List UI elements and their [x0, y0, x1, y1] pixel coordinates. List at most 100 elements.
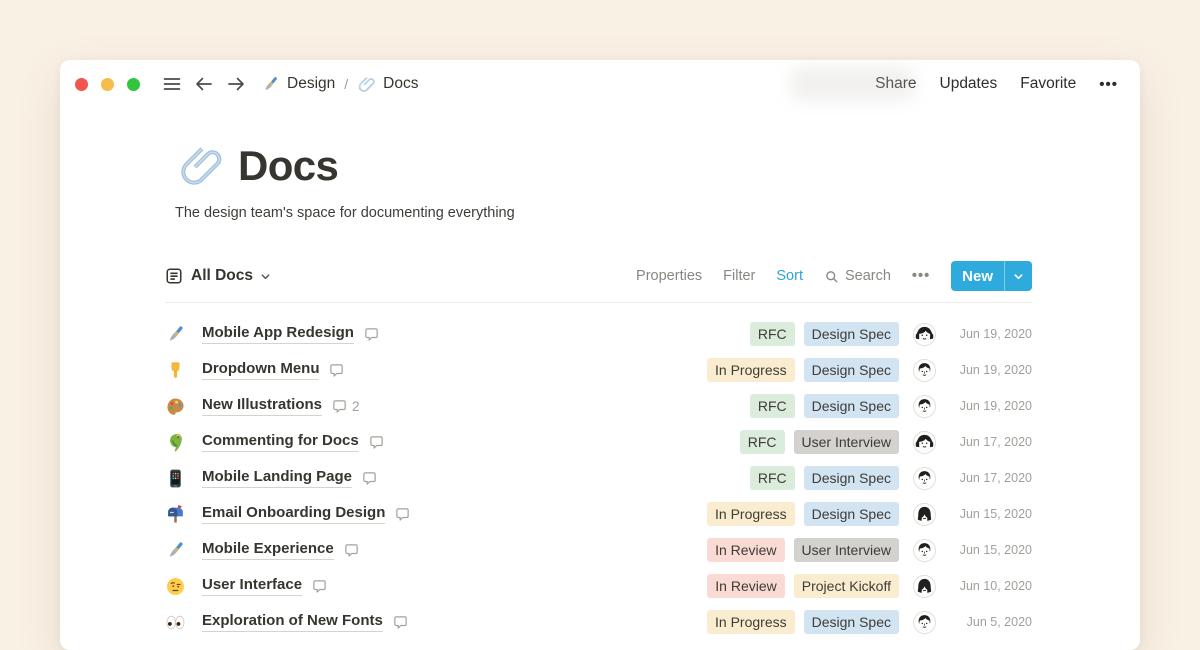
tag[interactable]: RFC — [750, 466, 795, 490]
tag[interactable]: RFC — [750, 322, 795, 346]
avatar — [913, 611, 936, 634]
tag[interactable]: Design Spec — [804, 502, 899, 526]
page-title: Docs — [238, 142, 338, 190]
doc-title-link[interactable]: Email Onboarding Design — [202, 504, 385, 525]
search-icon — [824, 269, 839, 284]
tag[interactable]: RFC — [750, 394, 795, 418]
table-row[interactable]: Dropdown Menu In Progress Design Spec Jun… — [165, 352, 1032, 388]
paperclip-icon — [357, 75, 376, 94]
paintbrush-icon — [261, 75, 280, 94]
comment-bubble-icon — [312, 579, 327, 594]
date-label: Jun 17, 2020 — [948, 435, 1032, 449]
app-window: Design / Docs Share Updates Favorite •••… — [60, 60, 1140, 650]
new-button-label: New — [951, 261, 1004, 291]
doc-title-link[interactable]: Mobile Landing Page — [202, 468, 352, 489]
maximize-window-button[interactable] — [127, 78, 140, 91]
tag[interactable]: User Interview — [794, 538, 899, 562]
properties-button[interactable]: Properties — [636, 268, 702, 284]
comment-count-badge: 2 — [332, 399, 360, 414]
back-button[interactable] — [191, 71, 217, 97]
tag-list: RFC Design Spec — [750, 394, 899, 418]
comment-bubble-icon — [393, 615, 408, 630]
search-label: Search — [845, 268, 891, 284]
avatar — [913, 503, 936, 526]
new-button[interactable]: New — [951, 261, 1032, 291]
view-more-button[interactable]: ••• — [912, 268, 930, 284]
tag[interactable]: Design Spec — [804, 466, 899, 490]
table-row[interactable]: New Illustrations 2 RFC Design Spec Jun 1… — [165, 388, 1032, 424]
tag[interactable]: Design Spec — [804, 610, 899, 634]
doc-title-link[interactable]: Commenting for Docs — [202, 432, 359, 453]
page-header: Docs The design team's space for documen… — [165, 142, 1032, 221]
hamburger-icon — [162, 74, 182, 94]
filter-button[interactable]: Filter — [723, 268, 755, 284]
doc-title-link[interactable]: Dropdown Menu — [202, 360, 319, 381]
doc-title-link[interactable]: Mobile App Redesign — [202, 324, 354, 345]
more-options-button[interactable]: ••• — [1099, 76, 1118, 93]
updates-button[interactable]: Updates — [940, 75, 998, 93]
table-row[interactable]: Exploration of New Fonts In Progress Desi… — [165, 604, 1032, 640]
minimize-window-button[interactable] — [101, 78, 114, 91]
palette-icon — [165, 396, 186, 417]
mailbox-icon — [165, 504, 186, 525]
comment-count-badge — [364, 327, 384, 342]
avatar — [913, 431, 936, 454]
docs-list: Mobile App Redesign RFC Design Spec Jun 1… — [165, 316, 1032, 640]
comment-bubble-icon — [364, 327, 379, 342]
table-row[interactable]: Commenting for Docs RFC User Interview Ju… — [165, 424, 1032, 460]
avatar — [913, 575, 936, 598]
date-label: Jun 15, 2020 — [948, 507, 1032, 521]
date-label: Jun 19, 2020 — [948, 399, 1032, 413]
tag[interactable]: In Review — [707, 538, 784, 562]
table-row[interactable]: User Interface In ReviewProject Kickoff … — [165, 568, 1032, 604]
close-window-button[interactable] — [75, 78, 88, 91]
paintbrush-icon — [165, 324, 186, 345]
view-switcher-button[interactable]: All Docs — [165, 267, 271, 285]
comment-count-badge — [393, 615, 413, 630]
avatar — [913, 467, 936, 490]
breadcrumb-item-design[interactable]: Design — [261, 75, 335, 94]
sidebar-menu-button[interactable] — [159, 71, 185, 97]
comment-bubble-icon — [395, 507, 410, 522]
avatar — [913, 323, 936, 346]
comment-bubble-icon — [332, 399, 347, 414]
table-row[interactable]: Mobile App Redesign RFCDesign Spec Jun 1… — [165, 316, 1032, 352]
tag[interactable]: Design Spec — [804, 394, 899, 418]
comment-count-badge — [362, 471, 382, 486]
tag[interactable]: User Interview — [794, 430, 899, 454]
doc-title-link[interactable]: Exploration of New Fonts — [202, 612, 383, 633]
table-row[interactable]: Email Onboarding Design In Progress Desig… — [165, 496, 1032, 532]
tag[interactable]: In Progress — [707, 502, 795, 526]
sort-button[interactable]: Sort — [776, 268, 803, 284]
table-row[interactable]: Mobile Experience In Review User Intervie… — [165, 532, 1032, 568]
doc-title-link[interactable]: New Illustrations — [202, 396, 322, 417]
breadcrumb-separator: / — [344, 76, 348, 92]
search-button[interactable]: Search — [824, 268, 891, 284]
titlebar-actions: Share Updates Favorite ••• — [875, 75, 1118, 93]
tag[interactable]: Project Kickoff — [794, 574, 899, 598]
breadcrumb-label: Docs — [383, 75, 418, 93]
chevron-down-icon[interactable] — [1005, 261, 1032, 291]
favorite-button[interactable]: Favorite — [1020, 75, 1076, 93]
date-label: Jun 15, 2020 — [948, 543, 1032, 557]
doc-title-link[interactable]: User Interface — [202, 576, 302, 597]
comment-count-badge — [329, 363, 349, 378]
tag[interactable]: In Progress — [707, 610, 795, 634]
tag-list: In Progress Design Spec — [707, 358, 899, 382]
tag-list: RFC User Interview — [740, 430, 899, 454]
list-view-icon — [165, 267, 183, 285]
date-label: Jun 19, 2020 — [948, 363, 1032, 377]
doc-title-link[interactable]: Mobile Experience — [202, 540, 334, 561]
tag[interactable]: In Review — [707, 574, 784, 598]
tag[interactable]: Design Spec — [804, 322, 899, 346]
page-subtitle: The design team's space for documenting … — [165, 205, 1032, 221]
avatar — [913, 359, 936, 382]
tag[interactable]: In Progress — [707, 358, 795, 382]
tag-list: In Progress Design Spec — [707, 502, 899, 526]
table-row[interactable]: Mobile Landing Page RFCDesign Spec Jun 1… — [165, 460, 1032, 496]
forward-button[interactable] — [223, 71, 249, 97]
tag[interactable]: RFC — [740, 430, 785, 454]
breadcrumb-item-docs[interactable]: Docs — [357, 75, 418, 94]
share-button[interactable]: Share — [875, 75, 916, 93]
tag[interactable]: Design Spec — [804, 358, 899, 382]
